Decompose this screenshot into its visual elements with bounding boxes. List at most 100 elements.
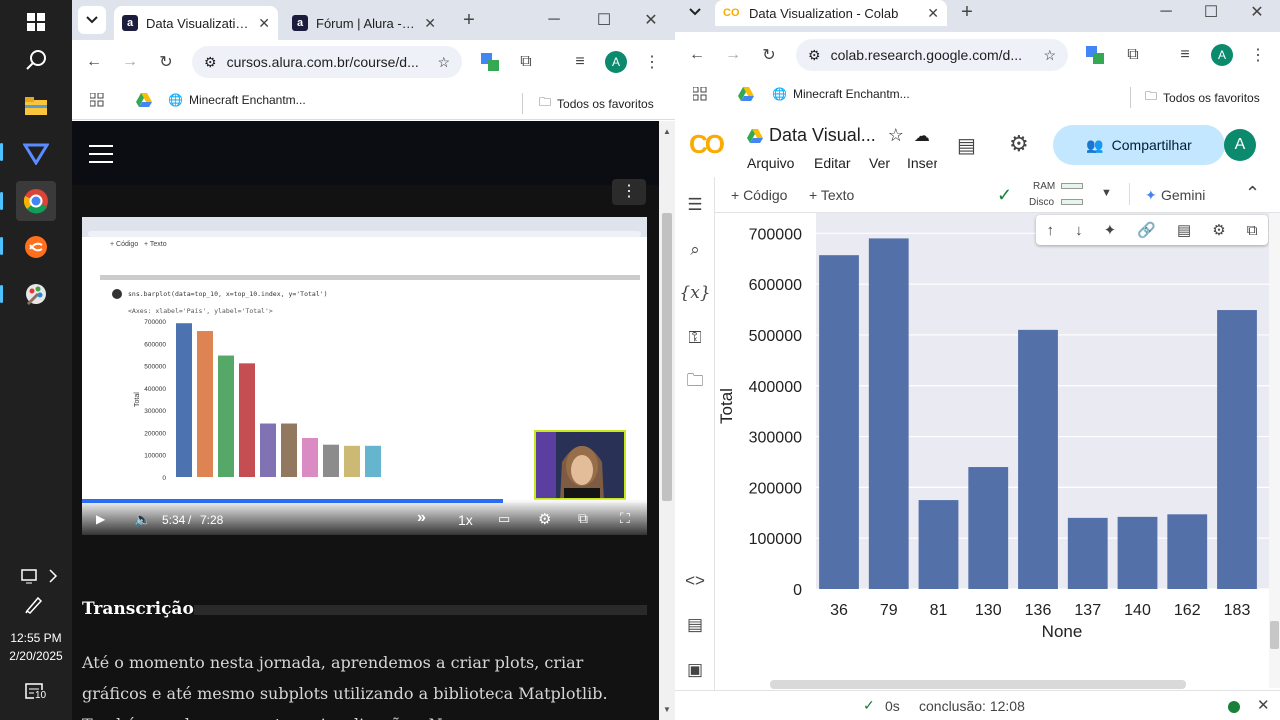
bookmark-minecraft[interactable]: 🌐 Minecraft Enchantm... xyxy=(168,93,306,107)
collapse-chevron-icon[interactable]: ⌃ xyxy=(1245,183,1260,204)
minimize-icon[interactable]: ─ xyxy=(1152,0,1180,26)
account-avatar[interactable]: A xyxy=(1224,129,1256,161)
menu-insert[interactable]: Inser xyxy=(907,155,937,171)
forward-icon[interactable]: → xyxy=(116,48,144,76)
reload-icon[interactable]: ↻ xyxy=(755,41,783,69)
comments-icon[interactable]: ▤ xyxy=(957,133,976,158)
move-down-icon[interactable]: ↓ xyxy=(1075,222,1083,239)
scroll-up-icon[interactable]: ▲ xyxy=(663,127,671,136)
all-bookmarks[interactable]: 🗀 Todos os favoritos xyxy=(1130,87,1260,108)
tab-colab[interactable]: CO Data Visualization - Colab ✕ xyxy=(715,0,947,26)
profile-avatar[interactable]: A xyxy=(602,48,630,76)
move-up-icon[interactable]: ↑ xyxy=(1047,222,1055,239)
notebook-title[interactable]: Data Visual... xyxy=(769,125,876,146)
search-icon[interactable] xyxy=(16,40,56,80)
back-icon[interactable]: ← xyxy=(683,41,711,69)
bookmark-minecraft[interactable]: 🌐 Minecraft Enchantm... xyxy=(772,87,910,101)
video-progress-track[interactable] xyxy=(82,499,647,503)
sublime-app-icon[interactable] xyxy=(16,227,56,267)
playback-speed[interactable]: 1x xyxy=(458,512,473,528)
bookmark-star-icon[interactable]: ☆ xyxy=(437,54,450,71)
fullscreen-icon[interactable]: ⛶ xyxy=(620,510,630,527)
mirror-cell-icon[interactable]: ⧉ xyxy=(1247,222,1258,239)
apps-grid-icon[interactable] xyxy=(90,93,104,107)
translate-icon[interactable] xyxy=(476,48,504,76)
browser-menu-icon[interactable]: ⋮ xyxy=(638,48,666,76)
google-drive-icon[interactable] xyxy=(738,87,754,101)
apps-grid-icon[interactable] xyxy=(693,87,707,101)
maximize-icon[interactable]: ☐ xyxy=(1197,0,1225,26)
windows-start-icon[interactable] xyxy=(16,2,56,42)
reload-icon[interactable]: ↻ xyxy=(152,48,180,76)
picture-in-picture-icon[interactable]: ⧉ xyxy=(578,510,588,527)
notification-icon[interactable]: 10 xyxy=(24,682,50,706)
scroll-thumb[interactable] xyxy=(1270,621,1279,649)
translate-icon[interactable] xyxy=(1081,41,1109,69)
new-tab-icon[interactable]: + xyxy=(953,0,981,26)
tab-alura-course[interactable]: a Data Visualization: ✕ xyxy=(114,6,278,40)
pen-icon[interactable] xyxy=(24,594,44,619)
hamburger-menu-icon[interactable] xyxy=(89,145,113,168)
forward-icon[interactable]: → xyxy=(719,41,747,69)
site-info-icon[interactable]: ⚙ xyxy=(808,47,821,64)
disk-label[interactable]: Disco xyxy=(1029,197,1054,208)
skip-forward-icon[interactable]: » xyxy=(417,509,426,527)
browser-menu-icon[interactable]: ⋮ xyxy=(1244,41,1272,69)
scroll-thumb[interactable] xyxy=(662,213,672,501)
code-snippets-icon[interactable]: <> xyxy=(683,569,707,593)
paint-app-icon[interactable] xyxy=(16,274,56,314)
media-control-icon[interactable]: ≡ xyxy=(566,48,594,76)
address-bar[interactable]: ⚙ cursos.alura.com.br/course/d... ☆ xyxy=(192,46,462,78)
secrets-key-icon[interactable]: ⚿ xyxy=(683,326,707,350)
close-tab-icon[interactable]: ✕ xyxy=(258,15,270,32)
clock-time[interactable]: 12:55 PM xyxy=(0,631,72,645)
variables-icon[interactable]: {x} xyxy=(679,281,710,305)
menu-edit[interactable]: Editar xyxy=(814,155,851,171)
link-icon[interactable]: 🔗 xyxy=(1137,221,1156,239)
ram-label[interactable]: RAM xyxy=(1033,181,1055,192)
profile-avatar[interactable]: A xyxy=(1208,41,1236,69)
colab-logo[interactable]: CO xyxy=(689,129,725,160)
star-icon[interactable]: ☆ xyxy=(888,125,904,146)
gemini-sparkle-icon[interactable]: ✦ xyxy=(1104,221,1117,239)
completion-time[interactable]: conclusão: 12:08 xyxy=(919,698,1025,714)
vpn-app-icon[interactable] xyxy=(16,133,56,173)
table-of-contents-icon[interactable]: ☰ xyxy=(683,193,707,217)
captions-icon[interactable]: ▭ xyxy=(498,511,510,527)
settings-gear-icon[interactable]: ⚙ xyxy=(538,510,551,528)
bookmark-star-icon[interactable]: ☆ xyxy=(1043,47,1056,64)
add-text-button[interactable]: + Texto xyxy=(809,187,854,203)
cell-settings-icon[interactable]: ⚙ xyxy=(1212,221,1225,239)
tab-alura-forum[interactable]: a Fórum | Alura - Cur ✕ xyxy=(284,6,444,40)
google-drive-icon[interactable] xyxy=(136,93,152,107)
page-scrollbar[interactable]: ▲ ▼ xyxy=(659,121,675,720)
maximize-icon[interactable]: ☐ xyxy=(590,6,618,34)
play-icon[interactable]: ▶ xyxy=(96,512,105,526)
file-explorer-icon[interactable] xyxy=(16,86,56,126)
extensions-icon[interactable]: ⧉ xyxy=(1119,41,1147,69)
cloud-icon[interactable]: ☁ xyxy=(914,126,930,146)
horizontal-scroll-thumb[interactable] xyxy=(770,680,1186,689)
close-tab-icon[interactable]: ✕ xyxy=(424,15,436,32)
menu-view[interactable]: Ver xyxy=(869,155,890,171)
site-info-icon[interactable]: ⚙ xyxy=(204,54,217,71)
minimize-icon[interactable]: ─ xyxy=(540,6,568,34)
more-options-icon[interactable]: ⋮ xyxy=(612,179,646,205)
close-window-icon[interactable]: ✕ xyxy=(1243,0,1271,26)
address-bar[interactable]: ⚙ colab.research.google.com/d... ☆ xyxy=(796,39,1068,71)
tab-search-chevron-icon[interactable] xyxy=(78,6,106,34)
new-tab-icon[interactable]: + xyxy=(455,6,483,34)
share-button[interactable]: 👥 Compartilhar xyxy=(1053,125,1225,165)
menu-file[interactable]: Arquivo xyxy=(747,155,794,171)
volume-icon[interactable]: 🔈 xyxy=(134,511,151,528)
extensions-icon[interactable]: ⧉ xyxy=(512,48,540,76)
scroll-down-icon[interactable]: ▼ xyxy=(663,705,671,714)
output-scrollbar[interactable] xyxy=(1269,213,1280,688)
video-player[interactable]: + Código + Texto sns.barplot(data=top_10… xyxy=(82,217,647,535)
terminal-icon[interactable]: ▣ xyxy=(683,658,707,682)
search-icon[interactable]: ⌕ xyxy=(683,238,707,262)
runtime-dropdown-icon[interactable]: ▼ xyxy=(1101,187,1112,199)
close-status-icon[interactable]: ✕ xyxy=(1257,696,1270,714)
close-tab-icon[interactable]: ✕ xyxy=(927,5,939,22)
clock-date[interactable]: 2/20/2025 xyxy=(0,649,72,663)
